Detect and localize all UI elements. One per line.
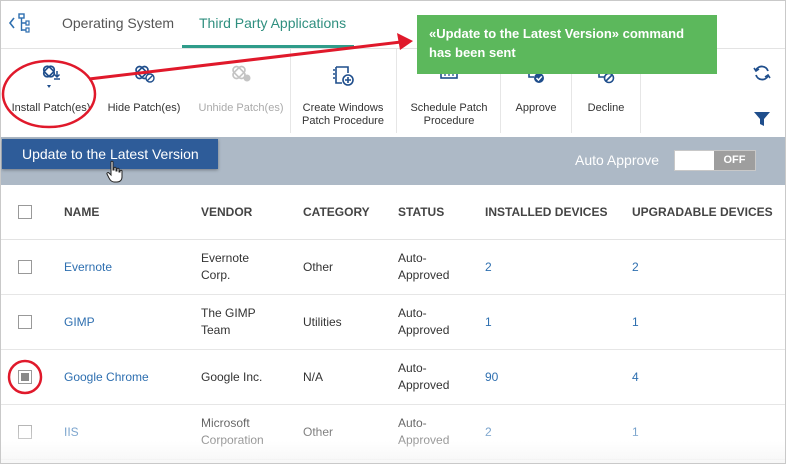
column-header-installed-devices[interactable]: INSTALLED DEVICES [485, 205, 607, 219]
column-header-name[interactable]: NAME [64, 205, 99, 219]
app-name-link[interactable]: Evernote [64, 260, 112, 274]
hand-cursor-icon [106, 160, 123, 183]
status-line: Approved [398, 323, 450, 337]
vendor-line: Corp. [201, 268, 231, 282]
installed-devices-link[interactable]: 2 [485, 425, 492, 439]
installed-devices-link[interactable]: 2 [485, 260, 492, 274]
status-line: Auto- [398, 251, 427, 265]
auto-approve-toggle[interactable]: OFF [674, 150, 756, 171]
table-row: GIMP The GIMP Team Utilities Auto- Appro… [1, 295, 785, 350]
tab-operating-system[interactable]: Operating System [62, 15, 174, 31]
toggle-state: OFF [714, 151, 755, 170]
toolbar-label-text: Create Windows Patch Procedure [302, 102, 384, 127]
table-header: NAME VENDOR CATEGORY STATUS INSTALLED DE… [1, 185, 785, 240]
column-header-upgradable-devices[interactable]: UPGRADABLE DEVICES [632, 205, 773, 219]
row-checkbox[interactable] [18, 425, 32, 439]
status-line: Approved [398, 268, 450, 282]
category-cell: N/A [303, 370, 324, 384]
column-header-category[interactable]: CATEGORY [303, 205, 370, 219]
upgradable-devices-link[interactable]: 2 [632, 260, 639, 274]
status-line: Auto- [398, 361, 427, 375]
toolbar-label: Schedule Patch Procedure [397, 102, 501, 128]
hide-patches-button[interactable]: Hide Patch(es) [99, 49, 189, 137]
status-line: Auto- [398, 306, 427, 320]
active-tab-indicator [182, 45, 354, 48]
app-name-link[interactable]: GIMP [64, 315, 95, 329]
vendor-cell: Google Inc. [201, 370, 263, 384]
upgradable-devices-link[interactable]: 1 [632, 315, 639, 329]
status-cell: Auto- Approved [398, 305, 449, 339]
row-checkbox[interactable] [18, 370, 32, 384]
vendor-line: Evernote [201, 251, 250, 265]
toolbar-label-text: Schedule Patch Procedure [410, 102, 488, 127]
installed-devices-link[interactable]: 1 [485, 315, 492, 329]
unhide-patch-icon [232, 65, 251, 82]
auto-approve-label: Auto Approve [575, 152, 660, 168]
app-name-link[interactable]: Google Chrome [64, 370, 149, 384]
table-row: Google Chrome Google Inc. N/A Auto- Appr… [1, 350, 785, 405]
column-header-vendor[interactable]: VENDOR [201, 205, 252, 219]
vendor-cell: Microsoft Corporation [201, 415, 264, 449]
vendor-cell: Evernote Corp. [201, 250, 249, 284]
unhide-patches-button[interactable]: Unhide Patch(es) [191, 49, 291, 137]
status-line: Auto- [398, 416, 427, 430]
vendor-line: Team [201, 323, 231, 337]
install-patches-button[interactable]: Install Patch(es) [3, 49, 99, 137]
vendor-line: Microsoft [201, 416, 250, 430]
status-line: Approved [398, 433, 450, 447]
row-checkbox[interactable] [18, 315, 32, 329]
status-cell: Auto- Approved [398, 415, 449, 449]
table-row: IIS Microsoft Corporation Other Auto- Ap… [1, 405, 785, 460]
status-cell: Auto- Approved [398, 250, 449, 284]
toolbar-label: Unhide Patch(es) [198, 102, 284, 114]
tab-third-party-applications[interactable]: Third Party Applications [199, 15, 346, 31]
status-cell: Auto- Approved [398, 360, 449, 394]
toolbar-label: Create Windows Patch Procedure [291, 102, 395, 128]
filter-icon[interactable] [752, 109, 772, 129]
patch-management-panel: Operating System Third Party Application… [0, 0, 786, 464]
app-name-link[interactable]: IIS [64, 425, 79, 439]
install-patch-icon [42, 65, 61, 88]
toolbar-label: Install Patch(es) [11, 102, 91, 114]
toolbar-label: Decline [587, 102, 625, 114]
tree-toggle-icon[interactable] [7, 11, 31, 35]
category-cell: Other [303, 425, 334, 439]
status-line: Approved [398, 378, 450, 392]
upgradable-devices-link[interactable]: 1 [632, 425, 639, 439]
upgradable-devices-link[interactable]: 4 [632, 370, 639, 384]
create-windows-patch-procedure-button[interactable]: Create Windows Patch Procedure [291, 49, 395, 137]
vendor-line: Corporation [201, 433, 264, 447]
hide-patch-icon [135, 65, 155, 83]
select-all-checkbox[interactable] [18, 205, 32, 219]
category-cell: Utilities [303, 315, 342, 329]
command-sent-toast: «Update to the Latest Version» command h… [417, 15, 717, 74]
table-row: Evernote Evernote Corp. Other Auto- Appr… [1, 240, 785, 295]
toggle-knob [675, 151, 713, 170]
vendor-cell: The GIMP Team [201, 305, 256, 339]
refresh-icon[interactable] [752, 63, 772, 83]
toolbar-label: Approve [515, 102, 557, 114]
row-checkbox[interactable] [18, 260, 32, 274]
toolbar-label: Hide Patch(es) [107, 102, 181, 114]
category-cell: Other [303, 260, 334, 274]
installed-devices-link[interactable]: 90 [485, 370, 498, 384]
create-procedure-icon [333, 66, 354, 86]
column-header-status[interactable]: STATUS [398, 205, 444, 219]
vendor-line: The GIMP [201, 306, 256, 320]
